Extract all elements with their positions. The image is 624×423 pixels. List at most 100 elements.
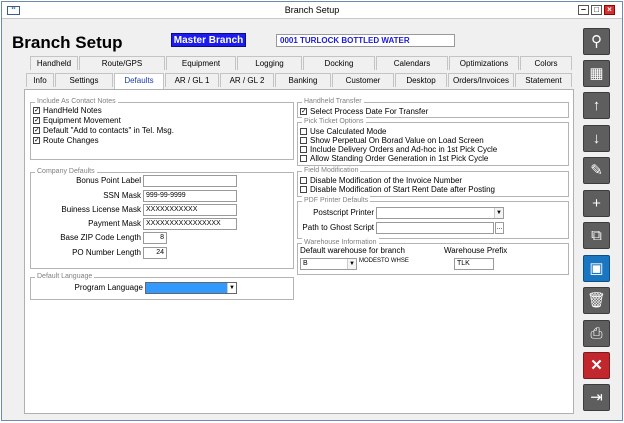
ghost-script-input[interactable] [376, 222, 494, 234]
close-button[interactable]: × [604, 5, 615, 15]
cancel-button[interactable]: ✕ [583, 352, 610, 379]
program-language-select[interactable]: ▼ [145, 282, 237, 294]
field-modification-title: Field Modification [302, 166, 361, 176]
search-icon: ⚲ [591, 33, 602, 50]
equipment-movement-checkbox[interactable]: ✓ Equipment Movement [33, 116, 121, 126]
tab-ar-gl-1[interactable]: AR / GL 1 [165, 73, 219, 87]
move-up-button[interactable]: ↑ [583, 92, 610, 119]
save-icon: ▣ [589, 260, 604, 277]
tab-optimizations[interactable]: Optimizations [449, 56, 519, 70]
tab-logging[interactable]: Logging [237, 56, 302, 70]
chevron-down-icon: ▼ [494, 208, 503, 218]
handheld-notes-checkbox[interactable]: ✓ HandHeld Notes [33, 106, 102, 116]
arrow-down-icon: ↓ [592, 130, 601, 147]
edit-button[interactable]: ✎ [583, 157, 610, 184]
tab-handheld[interactable]: Handheld [30, 56, 78, 70]
master-branch-button[interactable]: Master Branch [171, 33, 246, 47]
copy-icon: ⧉ [591, 227, 602, 244]
search-button[interactable]: ⚲ [583, 28, 610, 55]
select-process-date-checkbox[interactable]: ✓ Select Process Date For Transfer [300, 107, 428, 117]
pick-ticket-group: Pick Ticket Options Use Calculated Mode … [297, 117, 569, 166]
default-warehouse-select[interactable]: B ▼ [300, 258, 357, 270]
warehouse-group: Warehouse Information Default warehouse … [297, 238, 569, 275]
page-title: Branch Setup [12, 33, 123, 52]
business-license-mask-label: Buiness License Mask [61, 205, 141, 214]
pdf-printer-group: PDF Printer Defaults Postscript Printer … [297, 196, 569, 239]
tab-route-gps[interactable]: Route/GPS [79, 56, 165, 70]
po-number-length-label: PO Number Length [72, 248, 141, 257]
copy-button[interactable]: ⧉ [583, 222, 610, 249]
add-to-contacts-checkbox[interactable]: ✓ Default "Add to contacts" in Tel. Msg. [33, 126, 174, 136]
tab-colors[interactable]: Colors [520, 56, 572, 70]
tab-settings[interactable]: Settings [55, 73, 113, 87]
tab-desktop[interactable]: Desktop [395, 73, 447, 87]
field-modification-group: Field Modification Disable Modification … [297, 166, 569, 197]
exit-icon: ⇥ [590, 389, 603, 406]
action-toolbar: ⚲ ▦ ↑ ↓ ✎ + ⧉ ▣ 🗑 ⎙ ✕ ⇥ [583, 28, 615, 413]
handheld-transfer-group: Handheld Transfer ✓ Select Process Date F… [297, 97, 569, 118]
print-button[interactable]: ⎙ [583, 320, 610, 347]
checkbox-icon: ✓ [33, 117, 40, 124]
ssn-mask-label: SSN Mask [103, 191, 141, 200]
list-button[interactable]: ▦ [583, 60, 610, 87]
delete-button[interactable]: 🗑 [583, 287, 610, 314]
warehouse-prefix-label: Warehouse Prefix [444, 246, 508, 255]
browse-button[interactable]: ... [495, 222, 504, 234]
default-language-title: Default Language [35, 272, 95, 282]
allow-standing-order-checkbox[interactable]: Allow Standing Order Generation in 1st P… [300, 154, 488, 164]
tab-equipment[interactable]: Equipment [166, 56, 236, 70]
arrow-up-icon: ↑ [592, 97, 601, 114]
company-defaults-group: Company Defaults Bonus Point Label SSN M… [30, 167, 294, 269]
checkbox-icon [300, 155, 307, 162]
tab-info[interactable]: Info [26, 73, 54, 87]
contact-notes-group: Include As Contact Notes ✓ HandHeld Notes… [30, 97, 294, 160]
default-warehouse-label: Default warehouse for branch [300, 246, 405, 255]
checkbox-icon: ✓ [33, 107, 40, 114]
default-language-group: Default Language Program Language ▼ [30, 272, 294, 300]
minimize-button[interactable]: ‒ [578, 5, 589, 15]
tab-bar: Handheld Route/GPS Equipment Logging Doc… [2, 56, 574, 90]
handheld-transfer-title: Handheld Transfer [302, 97, 364, 107]
chevron-down-icon: ▼ [227, 283, 236, 293]
save-button[interactable]: ▣ [583, 255, 610, 282]
add-button[interactable]: + [583, 190, 610, 217]
trash-icon: 🗑 [586, 292, 607, 309]
checkbox-icon: ✓ [33, 127, 40, 134]
add-document-icon: + [592, 195, 601, 212]
exit-button[interactable]: ⇥ [583, 384, 610, 411]
checkbox-icon [300, 146, 307, 153]
tab-ar-gl-2[interactable]: AR / GL 2 [220, 73, 274, 87]
bonus-point-label-label: Bonus Point Label [76, 176, 141, 185]
route-changes-checkbox[interactable]: ✓ Route Changes [33, 136, 99, 146]
checkbox-icon [300, 177, 307, 184]
tab-banking[interactable]: Banking [275, 73, 331, 87]
tab-customer[interactable]: Customer [332, 73, 394, 87]
postscript-printer-select[interactable]: ▼ [376, 207, 504, 219]
tab-orders-invoices[interactable]: Orders/Invoices [448, 73, 514, 87]
pick-ticket-title: Pick Ticket Options [302, 117, 366, 127]
warehouse-prefix-input[interactable]: TLK [454, 258, 494, 270]
payment-mask-label: Payment Mask [88, 219, 141, 228]
ssn-mask-input[interactable]: 999-99-9999 [143, 190, 237, 202]
window-title: Branch Setup [284, 5, 340, 15]
tab-docking[interactable]: Docking [303, 56, 375, 70]
business-license-mask-input[interactable]: XXXXXXXXXXX [143, 204, 237, 216]
base-zip-length-label: Base ZIP Code Length [60, 233, 141, 242]
move-down-button[interactable]: ↓ [583, 125, 610, 152]
company-field[interactable]: 0001 TURLOCK BOTTLED WATER [276, 34, 455, 47]
base-zip-length-input[interactable]: 8▲▼ [143, 232, 167, 244]
disable-start-rent-date-checkbox[interactable]: Disable Modification of Start Rent Date … [300, 185, 495, 195]
bonus-point-label-input[interactable] [143, 175, 237, 187]
pencil-icon: ✎ [590, 162, 603, 179]
branch-setup-window: ** Branch Setup ‒ □ × Branch Setup Maste… [1, 1, 623, 421]
tab-statement[interactable]: Statement [515, 73, 572, 87]
po-number-length-input[interactable]: 24▲▼ [143, 247, 167, 259]
tab-calendars[interactable]: Calendars [376, 56, 448, 70]
payment-mask-input[interactable]: XXXXXXXXXXXXXXXX [143, 218, 237, 230]
tab-defaults[interactable]: Defaults [114, 73, 164, 90]
defaults-panel: Include As Contact Notes ✓ HandHeld Notes… [24, 89, 574, 414]
ghost-script-label: Path to Ghost Script [302, 223, 374, 232]
maximize-button[interactable]: □ [591, 5, 602, 15]
close-icon: ✕ [590, 357, 603, 374]
checkbox-icon [300, 137, 307, 144]
